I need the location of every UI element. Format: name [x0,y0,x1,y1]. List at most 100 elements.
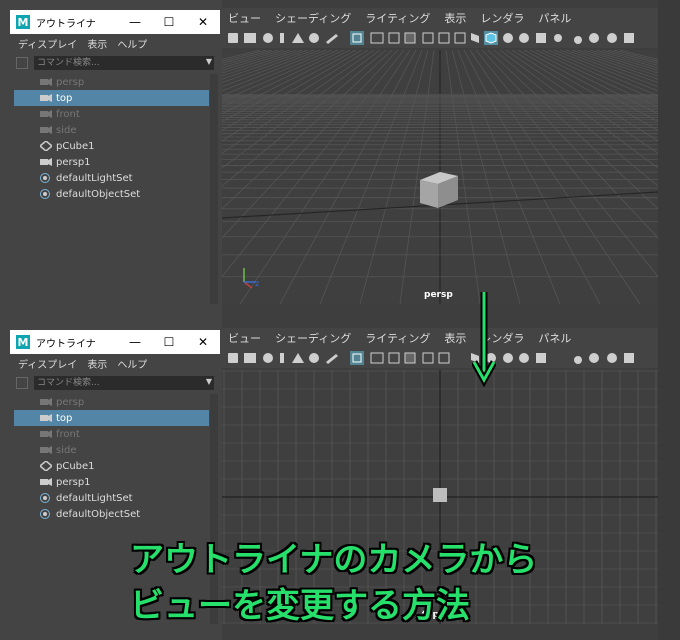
outliner-search-row: コマンド検索... ▼ [10,374,220,392]
outliner-item-defaultobjectset[interactable]: defaultObjectSet [14,186,209,202]
search-input[interactable]: コマンド検索... [34,376,214,390]
outliner-title: アウトライナ [36,18,96,30]
caption-line-1: アウトライナのカメラから [130,540,538,580]
grid-toggle-icon [350,31,364,45]
menu-shading[interactable]: シェーディング [275,10,351,26]
close-button[interactable]: ✕ [186,330,220,354]
use-default-material-icon [503,353,513,363]
viewport-toolbar-icons[interactable] [226,30,646,46]
outliner-item-label: defaultLightSet [56,492,133,504]
shadows-icon [574,36,582,44]
outliner-item-label: top [56,412,73,424]
film-gate-icon [370,32,384,44]
safe-title-icon [454,32,466,44]
camera-icon [40,157,52,167]
close-button[interactable]: ✕ [186,10,220,34]
screen-space-ao-icon [589,353,599,363]
outliner-search-row: コマンド検索... ▼ [10,54,220,72]
camera-icon [40,429,52,439]
use-default-material-icon [503,33,513,43]
outliner-scrollbar[interactable] [210,74,218,304]
outliner-item-label: pCube1 [56,140,95,152]
grid-toggle-icon [350,351,364,365]
outliner-item-top[interactable]: top [14,90,209,106]
menu-view[interactable]: ビュー [228,10,261,26]
svg-text:z: z [255,279,259,288]
menu-panels[interactable]: パネル [538,330,571,346]
menu-show[interactable]: 表示 [444,330,466,346]
camera-icon [40,477,52,487]
outliner-item-side[interactable]: side [14,442,209,458]
search-input[interactable]: コマンド検索... [34,56,214,70]
menu-renderer[interactable]: レンダラ [480,10,524,26]
outliner-item-persp1[interactable]: persp1 [14,474,209,490]
menu-shading[interactable]: シェーディング [275,330,351,346]
camera-name-label: persp [424,290,453,300]
gate-mask-icon [404,32,416,44]
menu-lighting[interactable]: ライティング [365,330,430,346]
field-chart-icon [422,32,434,44]
outliner-item-defaultlightset[interactable]: defaultLightSet [14,170,209,186]
mesh-icon [38,140,54,152]
safe-action-icon [438,32,450,44]
maximize-button[interactable]: ☐ [152,330,186,354]
chevron-down-icon[interactable]: ▼ [206,377,212,386]
minimize-button[interactable]: — [118,330,152,354]
perspective-grid: z [222,50,658,304]
menu-display[interactable]: ディスプレイ [18,36,77,51]
grease-pencil-draw-icon [326,34,338,44]
outliner-item-top[interactable]: top [14,410,209,426]
outliner-item-front[interactable]: front [14,426,209,442]
outliner-item-pcube1[interactable]: pCube1 [14,458,209,474]
menu-display[interactable]: ディスプレイ [18,356,77,371]
viewport-side-scrollbar[interactable] [658,0,680,320]
viewport-menubar: ビュー シェーディング ライティング 表示 レンダラ パネル [222,8,680,28]
menu-help[interactable]: ヘルプ [117,36,147,51]
outliner-item-persp1[interactable]: persp1 [14,154,209,170]
menu-lighting[interactable]: ライティング [365,10,430,26]
outliner-item-side[interactable]: side [14,122,209,138]
outliner-item-persp[interactable]: persp [14,74,209,90]
viewport-side-scrollbar[interactable] [658,320,680,640]
outliner-item-label: persp [56,396,85,408]
set-icon [40,173,52,183]
menu-help[interactable]: ヘルプ [117,356,147,371]
menu-panels[interactable]: パネル [538,10,571,26]
menu-show[interactable]: 表示 [87,36,107,51]
outliner-item-defaultlightset[interactable]: defaultLightSet [14,490,209,506]
viewport-persp[interactable]: ビュー シェーディング ライティング 表示 レンダラ パネル z persp [222,0,680,320]
menu-show[interactable]: 表示 [444,10,466,26]
mesh-icon [38,460,54,472]
menu-view[interactable]: ビュー [228,330,261,346]
camera-attributes-icon [244,353,256,363]
filter-icon[interactable] [16,377,28,389]
viewport-toolbar-icons[interactable] [226,350,646,366]
viewport-scene-persp[interactable]: z [222,50,658,304]
maximize-button[interactable]: ☐ [152,10,186,34]
outliner-item-front[interactable]: front [14,106,209,122]
outliner-item-label: defaultObjectSet [56,508,141,520]
anti-aliasing-icon [624,33,634,43]
chevron-down-icon[interactable]: ▼ [206,57,212,66]
outliner-item-pcube1[interactable]: pCube1 [14,138,209,154]
outliner-item-persp[interactable]: persp [14,394,209,410]
motion-blur-icon [607,33,617,43]
image-plane-icon [280,353,284,363]
menu-show[interactable]: 表示 [87,356,107,371]
outliner-list: persp top front side pCube1 persp1 defaultLigh… [10,74,220,202]
select-camera-icon [228,33,238,43]
outliner-titlebar[interactable]: M アウトライナ — ☐ ✕ [10,330,220,354]
minimize-button[interactable]: — [118,10,152,34]
outliner-item-defaultobjectset[interactable]: defaultObjectSet [14,506,209,522]
camera-icon [40,445,52,455]
bookmark-icon [263,353,273,363]
grease-pencil-draw-icon [326,354,338,364]
outliner-item-label: persp [56,76,85,88]
outliner-titlebar[interactable]: M アウトライナ — ☐ ✕ [10,10,220,34]
outliner-window: M アウトライナ — ☐ ✕ ディスプレイ 表示 ヘルプ コマンド検索... ▼… [10,10,220,306]
bookmark-icon [263,33,273,43]
outliner-item-label: defaultLightSet [56,172,133,184]
grease-pencil-icon [309,353,319,363]
filter-icon[interactable] [16,57,28,69]
set-icon [40,189,52,199]
